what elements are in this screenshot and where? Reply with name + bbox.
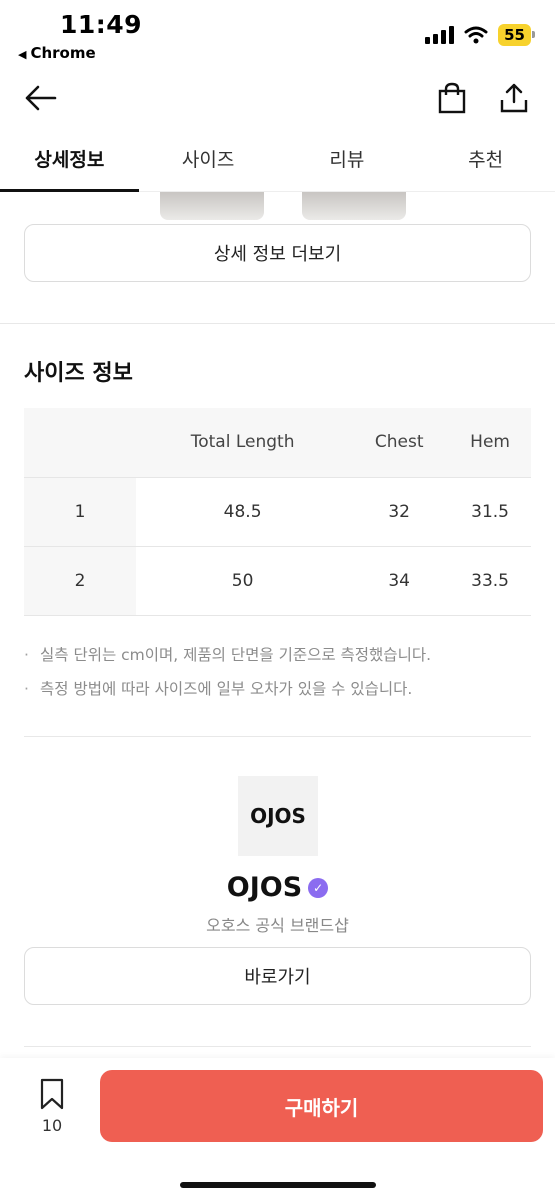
- section-divider: [24, 736, 531, 737]
- home-indicator: [180, 1182, 376, 1188]
- table-header-cell: Hem: [449, 408, 531, 478]
- brand-go-button[interactable]: 바로가기: [24, 947, 531, 1005]
- tab-recommend[interactable]: 추천: [416, 130, 555, 191]
- brand-logo[interactable]: OJOS: [238, 776, 318, 856]
- back-app-label: Chrome: [30, 44, 96, 62]
- buy-button[interactable]: 구매하기: [100, 1070, 543, 1142]
- arrow-left-icon[interactable]: [20, 78, 60, 118]
- product-tabs: 상세정보 사이즈 리뷰 추천: [0, 130, 555, 192]
- size-info-title: 사이즈 정보: [24, 361, 133, 386]
- status-time: 11:49: [60, 10, 143, 39]
- size-notes: · 실측 단위는 cm이며, 제품의 단면을 기준으로 측정했습니다. · 측정 방…: [24, 638, 531, 706]
- tab-review[interactable]: 리뷰: [278, 130, 417, 191]
- back-to-app-link[interactable]: ◀ Chrome: [18, 44, 96, 62]
- bullet-icon: ·: [24, 680, 29, 698]
- tab-size[interactable]: 사이즈: [139, 130, 278, 191]
- table-row: 2 50 34 33.5: [24, 546, 531, 616]
- table-cell: 31.5: [449, 477, 531, 547]
- product-image-peek-right: [302, 192, 406, 220]
- brand-name-row: OJOS ✓: [0, 872, 555, 903]
- signal-icon: [425, 26, 455, 44]
- status-bar: 11:49 ◀ Chrome 55: [0, 0, 555, 66]
- table-header-row: Total Length Chest Hem: [24, 408, 531, 478]
- table-header-cell: Chest: [349, 408, 450, 478]
- back-triangle-icon: ◀: [18, 48, 27, 61]
- shopping-bag-icon[interactable]: [432, 78, 472, 118]
- share-icon[interactable]: [494, 78, 534, 118]
- note-text: 측정 방법에 따라 사이즈에 일부 오차가 있을 수 있습니다.: [40, 680, 413, 698]
- size-table: Total Length Chest Hem 1 48.5 32 31.5 2 …: [24, 408, 531, 616]
- table-cell: 2: [24, 546, 136, 616]
- table-cell: 34: [349, 546, 450, 616]
- list-item: · 측정 방법에 따라 사이즈에 일부 오차가 있을 수 있습니다.: [24, 672, 531, 706]
- table-cell: 1: [24, 477, 136, 547]
- detail-more-button[interactable]: 상세 정보 더보기: [24, 224, 531, 282]
- bullet-icon: ·: [24, 646, 29, 664]
- bookmark-count: 10: [41, 1116, 63, 1135]
- bookmark-button[interactable]: 10: [30, 1078, 74, 1135]
- wifi-icon: [464, 26, 488, 44]
- table-header-cell: [24, 408, 136, 478]
- table-cell: 32: [349, 477, 450, 547]
- brand-subtitle: 오호스 공식 브랜드샵: [206, 916, 349, 935]
- section-divider: [0, 323, 555, 324]
- bookmark-icon: [40, 1078, 64, 1110]
- brand-name[interactable]: OJOS: [227, 872, 302, 903]
- section-divider: [24, 1046, 531, 1047]
- table-cell: 33.5: [449, 546, 531, 616]
- product-image-peek-left: [160, 192, 264, 220]
- table-row: 1 48.5 32 31.5: [24, 477, 531, 547]
- table-cell: 48.5: [136, 477, 350, 547]
- verified-check-icon: ✓: [308, 877, 329, 898]
- note-text: 실측 단위는 cm이며, 제품의 단면을 기준으로 측정했습니다.: [40, 646, 432, 664]
- bottom-action-bar: 10 구매하기: [0, 1058, 555, 1200]
- list-item: · 실측 단위는 cm이며, 제품의 단면을 기준으로 측정했습니다.: [24, 638, 531, 672]
- tab-detail[interactable]: 상세정보: [0, 130, 139, 192]
- table-cell: 50: [136, 546, 350, 616]
- battery-indicator: 55: [498, 24, 535, 46]
- app-header: [0, 66, 555, 130]
- status-indicators: 55: [425, 24, 535, 46]
- table-header-cell: Total Length: [136, 408, 350, 478]
